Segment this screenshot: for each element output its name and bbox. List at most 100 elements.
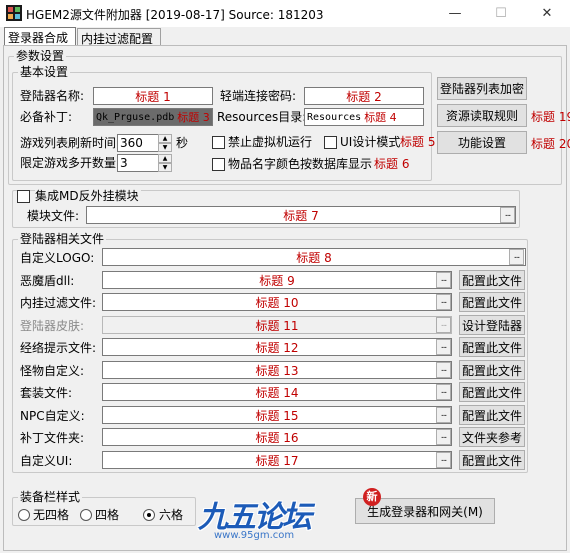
ui-mode-tag: 标题 5 (400, 135, 436, 149)
spin-down-icon[interactable]: ▼ (158, 163, 172, 172)
module-file-browse-button[interactable]: ... (500, 207, 515, 223)
watermark-url: www.95gm.com (214, 530, 295, 541)
minimize-button[interactable]: — (432, 0, 478, 27)
file-row-value: 标题 9 (259, 273, 295, 288)
basic-settings-legend: 基本设置 (20, 65, 69, 79)
spin-down-icon[interactable]: ▼ (158, 143, 172, 152)
forum-watermark: 九五论坛 新 www.95gm.com (198, 488, 381, 548)
equip-radio-six[interactable] (143, 509, 155, 521)
params-legend: 参数设置 (16, 49, 65, 63)
file-row-browse-button[interactable]: ... (436, 407, 451, 423)
file-row-action-button[interactable]: 设计登陆器 (459, 315, 525, 335)
multi-open-value: 3 (120, 156, 128, 170)
launcher-files-legend: 登陆器相关文件 (20, 232, 105, 246)
title-bar: HGEM2源文件附加器 [2019-08-17] Source: 181203 … (0, 0, 570, 27)
file-row-action-button[interactable]: 配置此文件 (459, 292, 525, 312)
encrypt-list-button[interactable]: 登陆器列表加密 (437, 77, 527, 100)
ui-mode-checkbox[interactable] (324, 136, 337, 149)
file-row-value: 标题 10 (255, 295, 299, 310)
file-row-input[interactable]: 标题 16 (102, 428, 452, 446)
feature-settings-button[interactable]: 功能设置 (437, 131, 527, 154)
file-row-value: 标题 12 (255, 340, 299, 355)
file-row-browse-button[interactable]: ... (436, 362, 451, 378)
file-row-label: 恶魔盾dll: (20, 274, 75, 288)
item-color-checkbox[interactable] (212, 158, 225, 171)
patch-tag: 标题 3 (177, 111, 210, 124)
file-row-label: 补丁文件夹: (20, 431, 85, 445)
spin-up-icon[interactable]: ▲ (158, 154, 172, 163)
tab-filter-config[interactable]: 内挂过滤配置 (77, 28, 161, 46)
module-file-input[interactable]: 标题 7 (86, 206, 516, 224)
file-row-label: 自定义UI: (20, 454, 73, 468)
file-row-input[interactable]: 标题 9 (102, 271, 452, 289)
file-row-action-button[interactable]: 配置此文件 (459, 360, 525, 380)
file-row-input[interactable]: 标题 14 (102, 383, 452, 401)
file-row-value: 标题 14 (255, 385, 299, 400)
light-password-label: 轻端连接密码: (220, 89, 297, 103)
refresh-unit: 秒 (176, 136, 189, 150)
read-rules-tag: 标题 19 (531, 110, 570, 124)
resources-input[interactable]: Resources 标题 4 (304, 108, 424, 126)
file-row-browse-button[interactable]: ... (436, 384, 451, 400)
light-password-value: 标题 2 (346, 89, 382, 104)
file-row-label: 经络提示文件: (20, 341, 97, 355)
read-rules-button[interactable]: 资源读取规则 (437, 104, 527, 127)
file-row-action-button[interactable]: 配置此文件 (459, 405, 525, 425)
equip-style-legend: 装备栏样式 (20, 490, 81, 504)
disable-vm-label: 禁止虚拟机运行 (228, 135, 313, 149)
patch-input[interactable]: Qk_Prguse.pdb 标题 3 (93, 108, 213, 126)
maximize-button[interactable]: ☐ (478, 0, 524, 27)
multi-open-label: 限定游戏多开数量 (20, 156, 117, 170)
file-row-action-button[interactable]: 配置此文件 (459, 450, 525, 470)
window-title: HGEM2源文件附加器 [2019-08-17] Source: 181203 (26, 8, 324, 22)
multi-open-input[interactable]: 3 (117, 154, 159, 172)
module-file-label: 模块文件: (27, 209, 80, 223)
item-color-label: 物品名字颜色按数据库显示 (228, 157, 373, 171)
file-row-input[interactable]: 标题 11 (102, 316, 452, 334)
file-row-browse-button[interactable]: ... (436, 429, 451, 445)
spin-up-icon[interactable]: ▲ (158, 134, 172, 143)
file-row-browse-button[interactable]: ... (436, 339, 451, 355)
file-row-input[interactable]: 标题 13 (102, 361, 452, 379)
file-row-action-button[interactable]: 文件夹参考 (459, 427, 525, 447)
refresh-time-label: 游戏列表刷新时间 (20, 136, 117, 150)
file-row-label: 内挂过滤文件: (20, 296, 97, 310)
file-row-input[interactable]: 标题 10 (102, 293, 452, 311)
multi-open-spinner[interactable]: ▲ ▼ (158, 154, 172, 172)
file-row-browse-button[interactable]: ... (436, 317, 451, 333)
resources-tag: 标题 4 (364, 111, 397, 124)
file-row-value: 标题 11 (255, 318, 299, 333)
refresh-time-spinner[interactable]: ▲ ▼ (158, 134, 172, 152)
resources-label: Resources目录: (217, 110, 307, 124)
resources-value: Resources (307, 111, 362, 123)
file-row-action-button[interactable]: 配置此文件 (459, 270, 525, 290)
refresh-time-input[interactable]: 360 (117, 134, 159, 152)
equip-radio-four[interactable] (80, 509, 92, 521)
equip-option-none: 无四格 (33, 508, 70, 522)
file-row-browse-button[interactable]: ... (436, 294, 451, 310)
file-row-action-button[interactable]: 配置此文件 (459, 337, 525, 357)
file-row-label: 套装文件: (20, 386, 73, 400)
file-row-browse-button[interactable]: ... (436, 272, 451, 288)
app-icon (6, 5, 22, 21)
close-button[interactable]: ✕ (524, 0, 570, 27)
file-row-browse-button[interactable]: ... (509, 249, 524, 265)
tab-launcher-compose[interactable]: 登录器合成 (4, 27, 76, 46)
equip-radio-none[interactable] (18, 509, 30, 521)
patch-label: 必备补丁: (20, 110, 73, 124)
refresh-time-value: 360 (120, 136, 143, 150)
file-row-value: 标题 15 (255, 408, 299, 423)
anticheat-checkbox[interactable] (17, 190, 30, 203)
file-row-value: 标题 16 (255, 430, 299, 445)
file-row-input[interactable]: 标题 8 (102, 248, 526, 266)
launcher-name-input[interactable]: 标题 1 (93, 87, 213, 105)
file-row-action-button[interactable]: 配置此文件 (459, 382, 525, 402)
file-row-input[interactable]: 标题 17 (102, 451, 452, 469)
file-row-label: NPC自定义: (20, 409, 85, 423)
file-row-value: 标题 17 (255, 453, 299, 468)
file-row-input[interactable]: 标题 12 (102, 338, 452, 356)
light-password-input[interactable]: 标题 2 (304, 87, 424, 105)
file-row-input[interactable]: 标题 15 (102, 406, 452, 424)
file-row-browse-button[interactable]: ... (436, 452, 451, 468)
disable-vm-checkbox[interactable] (212, 136, 225, 149)
